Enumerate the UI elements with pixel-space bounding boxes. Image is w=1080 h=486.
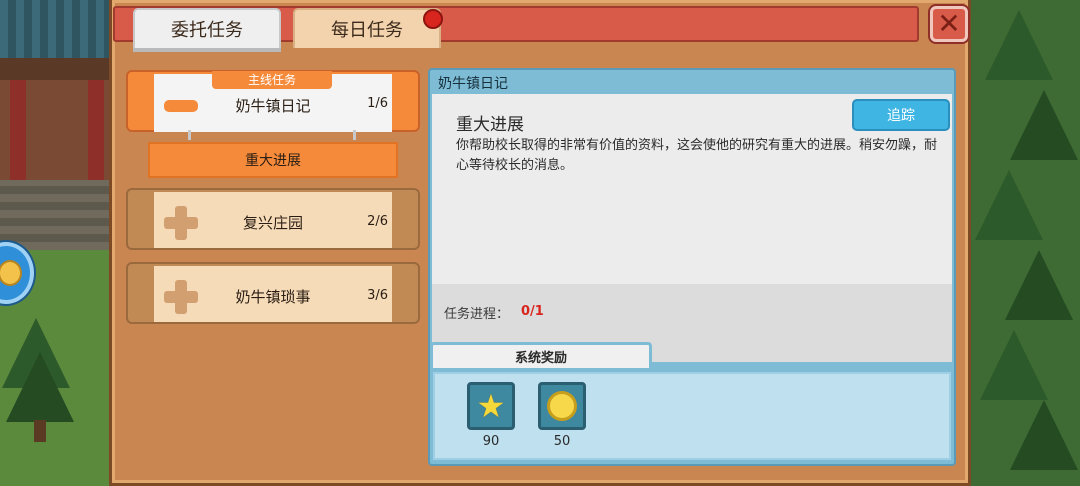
building-roof [0, 0, 115, 60]
tab-system-rewards[interactable]: 系统奖励 [430, 342, 652, 368]
menu-icon [0, 260, 22, 286]
quest-item[interactable]: 奶牛镇琐事 3/6 [126, 262, 420, 324]
quest-item-body: 复兴庄园 2/6 [154, 192, 392, 248]
detail-title: 奶牛镇日记 [438, 76, 508, 92]
quest-item-body: 奶牛镇琐事 3/6 [154, 266, 392, 322]
reward-count: 50 [553, 434, 571, 449]
pine-tree [975, 170, 1043, 240]
tab-commission-quests[interactable]: 委托任务 [133, 8, 281, 48]
sign-stand [188, 130, 356, 140]
tab-daily-quests[interactable]: 每日任务 [293, 8, 441, 48]
main-quest-badge: 主线任务 [212, 71, 332, 89]
quest-item-selected[interactable]: 主线任务 奶牛镇日记 1/6 [126, 70, 420, 132]
quest-item[interactable]: 复兴庄园 2/6 [126, 188, 420, 250]
stone-steps [0, 180, 115, 250]
close-icon: ✕ [937, 7, 961, 40]
reward-count: 90 [482, 434, 500, 449]
quest-item-body: 主线任务 奶牛镇日记 1/6 [154, 71, 392, 132]
reward-item[interactable]: ★ [467, 382, 515, 430]
pine-tree [980, 330, 1048, 400]
quest-count: 2/6 [367, 214, 388, 229]
quest-sub-item[interactable]: 重大进展 [148, 142, 398, 178]
progress-value: 0/1 [521, 304, 544, 319]
quest-title: 复兴庄园 [242, 214, 303, 232]
coin-icon [547, 391, 577, 421]
notification-dot-icon [423, 9, 443, 29]
building-eave [0, 58, 115, 80]
tree-trunk [34, 420, 46, 442]
quest-stage-title: 重大进展 [456, 115, 524, 135]
track-button[interactable]: 追踪 [852, 99, 950, 131]
quest-title: 奶牛镇日记 [235, 97, 311, 115]
progress-label: 任务进程： [444, 307, 510, 322]
quest-title: 奶牛镇琐事 [235, 288, 311, 306]
quest-count: 1/6 [367, 96, 388, 111]
pine-tree [985, 10, 1053, 80]
pine-tree [1010, 90, 1078, 160]
close-button[interactable]: ✕ [930, 6, 968, 42]
star-icon: ★ [476, 387, 506, 425]
quest-count: 3/6 [367, 288, 388, 303]
pine-tree [6, 352, 74, 422]
quest-description: 你帮助校长取得的非常有价值的资料，这会使他的研究有重大的进展。稍安勿躁，耐心等待… [456, 138, 938, 173]
reward-item[interactable] [538, 382, 586, 430]
pine-tree [1005, 250, 1073, 320]
pine-tree [1010, 400, 1078, 470]
